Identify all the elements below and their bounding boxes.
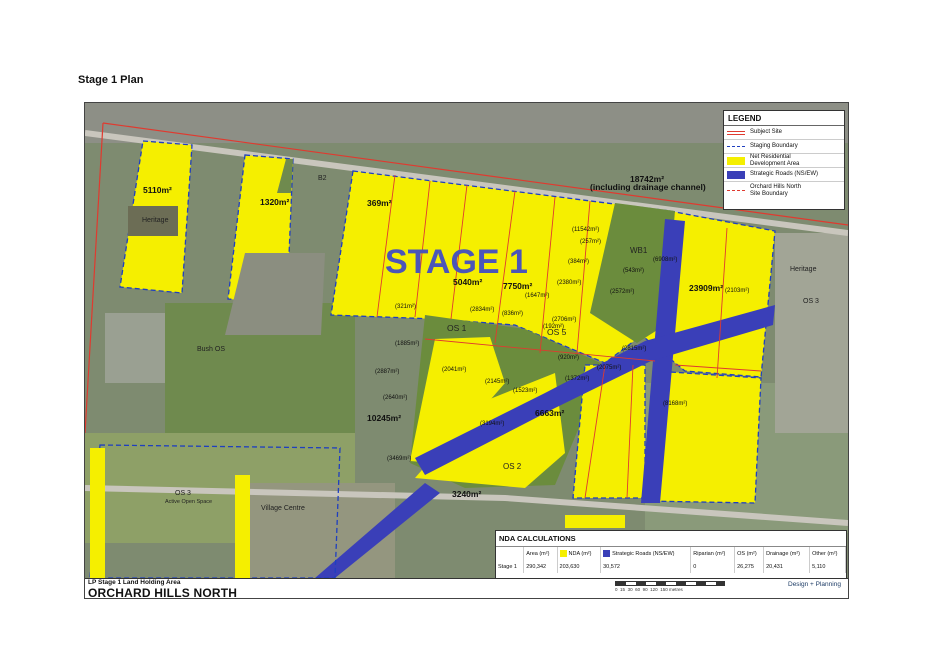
svg-text:B2: B2 <box>318 175 327 182</box>
svg-text:(2887m²): (2887m²) <box>375 369 399 375</box>
svg-text:(2815m²): (2815m²) <box>622 346 646 352</box>
svg-text:OS 3: OS 3 <box>175 490 191 497</box>
plan-sheet: STAGE 1 5110m² 1320m² 369m² 18742m² (inc… <box>84 102 849 599</box>
svg-text:(2706m²): (2706m²) <box>552 317 576 323</box>
design-planning-logo: Design + Planning <box>788 581 841 588</box>
nda-calculations-table: NDA CALCULATIONS Area (m²) NDA (m²) Stra… <box>495 530 847 580</box>
svg-text:Bush OS: Bush OS <box>197 346 225 353</box>
svg-text:(1647m²): (1647m²) <box>525 293 549 299</box>
svg-text:(2145m²): (2145m²) <box>485 379 509 385</box>
legend-item: Orchard Hills North Site Boundary <box>724 182 844 199</box>
area-label: 7750m² <box>503 281 532 291</box>
legend-title: LEGEND <box>724 111 844 126</box>
svg-text:(1523m²): (1523m²) <box>513 388 537 394</box>
svg-text:(2380m²): (2380m²) <box>557 280 581 286</box>
area-label: 23909m² <box>689 283 723 293</box>
nda-data-row: Stage 1 290,342 203,630 30,572 0 26,275 … <box>496 560 846 573</box>
svg-text:(2041m²): (2041m²) <box>442 367 466 373</box>
title-block: LP Stage 1 Land Holding Area ORCHARD HIL… <box>85 578 848 599</box>
nda-title: NDA CALCULATIONS <box>496 531 846 547</box>
legend-item: Strategic Roads (NS/EW) <box>724 168 844 182</box>
stage-label: STAGE 1 <box>385 243 528 281</box>
legend-swatch <box>727 190 745 191</box>
page-title: Stage 1 Plan <box>78 74 144 86</box>
svg-text:Village Centre: Village Centre <box>261 505 305 512</box>
svg-text:(11542m²): (11542m²) <box>572 227 599 233</box>
area-label: 6663m² <box>535 408 564 418</box>
area-label: 3240m² <box>452 489 481 499</box>
svg-text:Active Open Space: Active Open Space <box>165 499 212 505</box>
svg-text:OS 3: OS 3 <box>803 298 819 305</box>
svg-text:(8168m²): (8168m²) <box>663 401 687 407</box>
svg-text:OS 2: OS 2 <box>503 462 522 471</box>
legend: LEGEND Subject Site Staging Boundary Net… <box>723 110 845 210</box>
area-label: 5040m² <box>453 277 482 287</box>
svg-text:Heritage: Heritage <box>142 217 169 224</box>
area-label: (including drainage channel) <box>590 182 706 192</box>
svg-text:(1372m²): (1372m²) <box>565 376 589 382</box>
svg-text:(2640m²): (2640m²) <box>383 395 407 401</box>
svg-text:(257m²): (257m²) <box>580 239 601 245</box>
legend-item: Staging Boundary <box>724 140 844 154</box>
svg-text:(3469m²): (3469m²) <box>387 456 411 462</box>
plan-title: ORCHARD HILLS NORTH <box>88 586 238 599</box>
svg-text:(321m²): (321m²) <box>395 304 416 310</box>
svg-text:(2572m²): (2572m²) <box>610 289 634 295</box>
svg-text:OS 1: OS 1 <box>447 323 467 333</box>
legend-item: Subject Site <box>724 126 844 140</box>
svg-text:(1885m²): (1885m²) <box>395 341 419 347</box>
legend-item: Net Residential Development Area <box>724 154 844 168</box>
svg-text:(543m²): (543m²) <box>623 268 644 274</box>
svg-text:(2103m²): (2103m²) <box>725 288 749 294</box>
area-label: 10245m² <box>367 413 401 423</box>
svg-text:(384m²): (384m²) <box>568 259 589 265</box>
scale-bar-graphic <box>615 581 725 586</box>
svg-text:OS 5: OS 5 <box>547 327 567 337</box>
svg-text:(6908m²): (6908m²) <box>653 257 677 263</box>
legend-swatch <box>727 130 745 135</box>
legend-swatch <box>727 146 745 147</box>
svg-text:Heritage: Heritage <box>790 266 817 273</box>
svg-text:WB1: WB1 <box>630 246 648 255</box>
svg-text:(836m²): (836m²) <box>502 311 523 317</box>
area-label: 5110m² <box>143 185 172 195</box>
svg-text:(920m²): (920m²) <box>558 355 579 361</box>
plan-subtitle: LP Stage 1 Land Holding Area <box>88 579 181 586</box>
svg-text:(2834m²): (2834m²) <box>470 307 494 313</box>
svg-text:(2075m²): (2075m²) <box>597 365 621 371</box>
nda-header-row: Area (m²) NDA (m²) Strategic Roads (NS/E… <box>496 547 846 560</box>
legend-swatch <box>727 156 745 165</box>
legend-swatch <box>727 170 745 179</box>
area-label: 1320m² <box>260 197 289 207</box>
svg-text:(3194m²): (3194m²) <box>480 421 504 427</box>
area-label: 369m² <box>367 198 392 208</box>
scale-bar: 0 15 30 60 90 120 150 metres <box>615 580 725 592</box>
